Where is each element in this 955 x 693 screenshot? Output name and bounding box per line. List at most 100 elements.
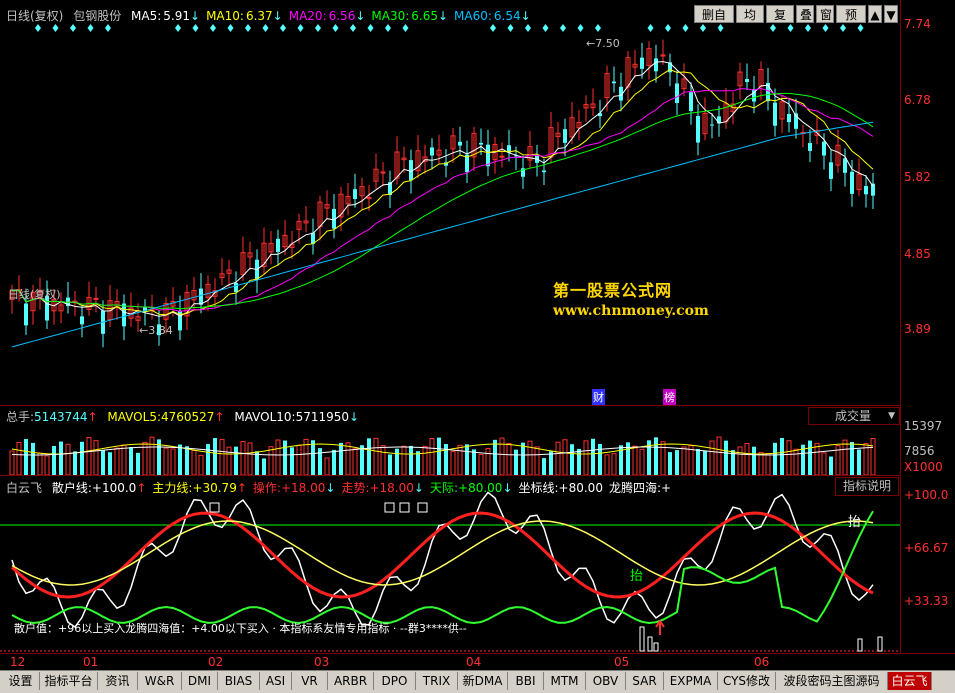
candle: [646, 41, 652, 80]
candle: [723, 88, 729, 129]
signal-diamond: [857, 24, 864, 32]
volume-bar: [268, 446, 274, 475]
volume-bar: [37, 452, 43, 475]
candle: [353, 173, 357, 208]
tab-3[interactable]: W&R: [138, 672, 182, 690]
volume-bar: [296, 444, 302, 475]
price-axis: 7.74 6.78 5.82 4.85 3.89: [900, 0, 955, 405]
scroll-up-button[interactable]: ▲: [868, 5, 882, 23]
volume-bar: [185, 446, 189, 475]
signal-diamond: [542, 24, 549, 32]
volume-bar: [31, 442, 35, 475]
volume-bar: [352, 448, 358, 475]
signal-diamond: [490, 24, 496, 32]
signal-diamond: [175, 24, 181, 32]
volume-bar: [850, 441, 854, 475]
time-axis-label: 05: [614, 655, 630, 669]
signal-diamond: [665, 24, 671, 32]
volume-bar: [198, 454, 204, 475]
volume-bar: [457, 444, 463, 475]
volume-panel[interactable]: 总手:5143744↑ MAVOL5:4760527↑ MAVOL10:5711…: [0, 405, 900, 476]
candle: [380, 161, 386, 187]
candle: [332, 194, 336, 239]
volume-bar: [93, 440, 99, 475]
time-axis-label: 12: [10, 655, 26, 669]
signal-diamond: [647, 24, 654, 32]
candle: [555, 122, 561, 150]
tab-0[interactable]: 设置: [2, 672, 40, 690]
price-chart: ←7.50 ←3.84 日线(复权): [8, 24, 875, 348]
volume-bar: [591, 438, 595, 475]
volume-bar: [226, 446, 232, 475]
volume-bar: [598, 443, 602, 475]
volume-bar: [870, 438, 876, 475]
candle: [681, 63, 687, 97]
white-line: [11, 491, 874, 629]
volume-bar: [367, 438, 371, 475]
price-axis-label: 7.74: [904, 17, 931, 31]
volume-bar: [114, 447, 120, 475]
signal-diamond: [402, 24, 409, 32]
candle: [660, 39, 666, 65]
indicator-panel[interactable]: 白云飞 散户线:+100.0↑ 主力线:+30.79↑ 操作:+18.00↓ 走势:+…: [0, 475, 900, 653]
tab-14[interactable]: OBV: [586, 672, 626, 690]
volume-bar: [472, 449, 476, 475]
tab-2[interactable]: 资讯: [98, 672, 138, 690]
tab-11[interactable]: 新DMA: [458, 672, 508, 690]
indicator-axis-33: +33.33: [904, 594, 949, 608]
signal-diamond: [297, 24, 304, 32]
volume-bar: [339, 442, 343, 475]
indicator-annotation-1: 抬: [630, 569, 644, 584]
candle: [583, 95, 589, 122]
indicator-axis: +100.0 +66.67 +33.33: [900, 475, 955, 653]
badge-fin[interactable]: 财: [592, 389, 605, 405]
scroll-down-button[interactable]: ▼: [884, 5, 898, 23]
volume-bar: [737, 446, 743, 475]
tab-13[interactable]: MTM: [544, 672, 586, 690]
tab-19[interactable]: 白云飞: [888, 672, 932, 690]
forecast-button[interactable]: 预测: [836, 5, 866, 40]
tab-15[interactable]: SAR: [626, 672, 664, 690]
tab-4[interactable]: DMI: [182, 672, 218, 690]
signal-diamond: [192, 24, 199, 32]
volume-bar: [437, 437, 441, 475]
restore-button[interactable]: 复权: [766, 5, 794, 40]
volume-bar: [857, 449, 861, 475]
watermark: 第一股票公式网 www.chnmoney.com: [553, 277, 709, 319]
signal-diamond: [70, 24, 76, 32]
tab-16[interactable]: EXPMA: [664, 672, 718, 690]
tab-1[interactable]: 指标平台: [40, 672, 98, 690]
delete-watchlist-button[interactable]: 删自选: [694, 5, 734, 40]
volume-bar: [808, 440, 812, 475]
volume-bar: [163, 447, 169, 475]
volume-bar: [829, 456, 833, 475]
time-axis-label: 06: [754, 655, 770, 669]
volume-bar: [773, 442, 777, 475]
tab-18[interactable]: 波段密码主图源码: [776, 672, 888, 690]
candle: [535, 144, 539, 177]
tab-12[interactable]: BBI: [508, 672, 544, 690]
signal-diamond: [210, 24, 216, 32]
price-panel[interactable]: 日线(复权) 包钢股份 MA5: 5.91↓ MA10: 6.37↓ MA20: 6.56…: [0, 0, 900, 406]
tab-8[interactable]: ARBR: [328, 672, 374, 690]
badge-rank[interactable]: 榜: [663, 389, 676, 405]
tab-5[interactable]: BIAS: [218, 672, 260, 690]
window-button[interactable]: 窗: [816, 5, 834, 23]
candle: [521, 155, 525, 189]
volume-bar: [206, 444, 210, 475]
tab-6[interactable]: ASI: [260, 672, 292, 690]
overlay-button[interactable]: 叠: [796, 5, 814, 23]
ma-line-button[interactable]: 均线: [736, 5, 764, 40]
tab-9[interactable]: DPO: [374, 672, 416, 690]
indicator-bar: [857, 638, 863, 652]
signal-diamond: [507, 24, 514, 32]
tab-10[interactable]: TRIX: [416, 672, 458, 690]
tab-7[interactable]: VR: [292, 672, 328, 690]
candle: [800, 125, 806, 148]
volume-bar: [360, 445, 364, 475]
tab-17[interactable]: CYS修改: [718, 672, 776, 690]
candle: [86, 281, 92, 316]
candle: [514, 146, 518, 171]
volume-bar: [247, 442, 253, 475]
volume-bar: [213, 438, 217, 475]
